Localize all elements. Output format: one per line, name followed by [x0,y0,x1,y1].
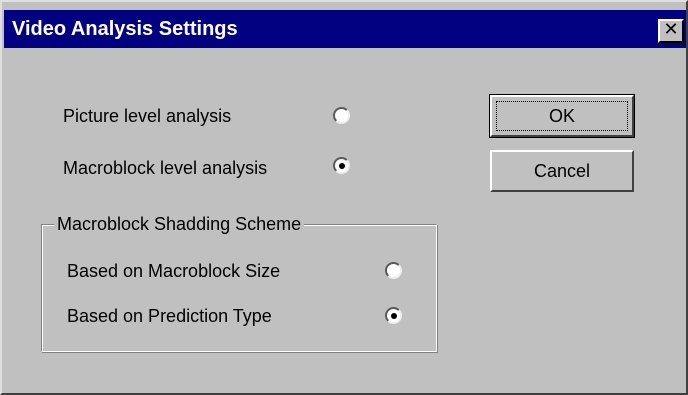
close-icon: ✕ [663,19,679,40]
macroblock-level-analysis-label[interactable]: Macroblock level analysis [63,157,267,179]
based-on-prediction-type-label[interactable]: Based on Prediction Type [67,305,272,327]
based-on-macroblock-size-label[interactable]: Based on Macroblock Size [67,260,280,282]
close-button[interactable]: ✕ [658,19,684,43]
ok-button[interactable]: OK [489,94,635,138]
picture-level-analysis-label[interactable]: Picture level analysis [63,105,231,127]
shading-scheme-group: Macroblock Shadding Scheme Based on Macr… [41,213,437,352]
cancel-button[interactable]: Cancel [490,150,634,192]
title-bar[interactable]: Video Analysis Settings ✕ [4,10,686,48]
radio-selected-dot [338,162,345,169]
ok-button-label: OK [496,101,628,131]
based-on-macroblock-size-radio[interactable] [385,262,402,279]
window-title: Video Analysis Settings [12,18,238,40]
based-on-prediction-type-radio[interactable] [385,307,402,324]
picture-level-analysis-radio[interactable] [333,107,350,124]
radio-selected-dot [390,312,397,319]
macroblock-level-analysis-radio[interactable] [333,157,350,174]
dialog-window: Video Analysis Settings ✕ Picture level … [0,0,688,395]
shading-scheme-group-label: Macroblock Shadding Scheme [54,213,305,235]
